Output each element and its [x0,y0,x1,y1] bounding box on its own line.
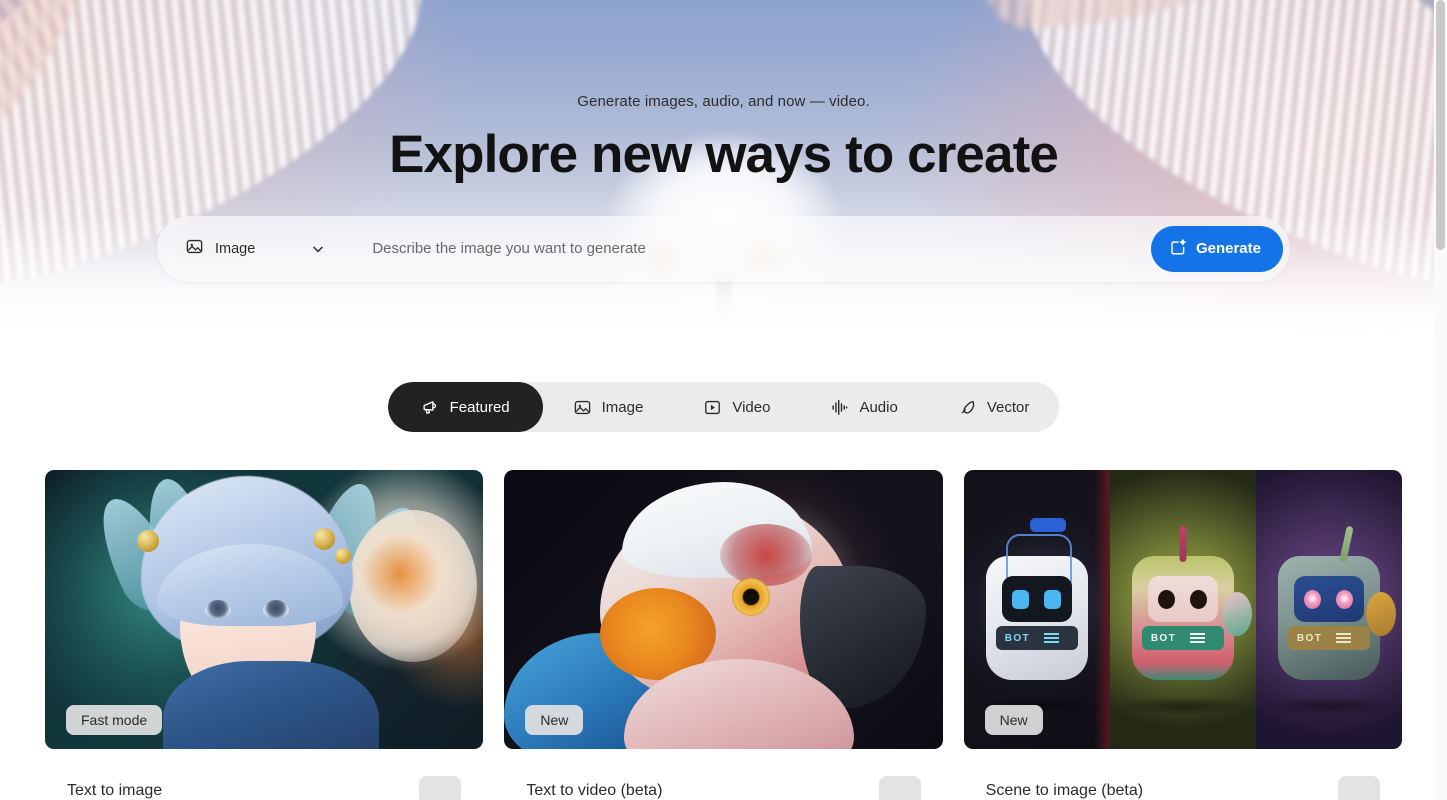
play-square-icon [703,398,722,417]
card-text-to-image[interactable]: Fast mode Text to image [45,470,484,800]
robot-panel-2: BOT [1109,470,1256,749]
tab-audio[interactable]: Audio [800,382,927,432]
anime-flower [349,510,478,662]
scrollbar-thumb[interactable] [1436,0,1445,250]
robot-white: BOT [985,518,1088,680]
card-action-button[interactable] [419,776,462,800]
robot-panel-3: BOT [1255,470,1402,749]
card-text-to-video[interactable]: New Text to video (beta) [504,470,943,800]
robot-eye-left [1303,590,1321,609]
anime-ornament [313,528,335,550]
prompt-bar: Image Generate [157,215,1290,282]
category-tabs: Featured Image Video Audio Vector [387,382,1060,432]
chevron-down-icon [310,241,326,257]
feature-card-grid: Fast mode Text to image New Text to vide… [0,432,1447,800]
robot-label-lines [1336,632,1352,644]
robot-eye-right [1335,590,1353,609]
category-tabs-row: Featured Image Video Audio Vector [0,382,1447,432]
robot-label-text: BOT [1004,632,1031,644]
app-page: Generate images, audio, and now — video.… [0,0,1447,800]
robot-label-text: BOT [1150,632,1177,644]
robot-ear [1365,592,1396,636]
card-action-button[interactable] [878,776,921,800]
robot-eye-right [1043,590,1061,609]
robot-label: BOT [995,626,1078,650]
robot-shadow [1263,697,1394,715]
card-badge: Fast mode [66,705,163,735]
card-footer: Text to video (beta) [504,749,942,800]
tab-image-label: Image [601,398,644,416]
card-action-button[interactable] [1337,776,1380,800]
card-badge: New [525,705,584,735]
robot-blue: BOT [1277,525,1396,680]
robot-ui-tag [1029,518,1066,532]
generate-sparkle-icon [1169,238,1187,260]
tab-audio-label: Audio [859,398,898,416]
robot-label-text: BOT [1296,632,1323,644]
page-title: Explore new ways to create [389,125,1059,184]
card-title: Text to video (beta) [526,782,663,799]
robot-eye-left [1157,590,1175,609]
card-footer: Scene to image (beta) [964,749,1402,800]
generation-type-label: Image [215,240,256,257]
robot-face-screen [1147,576,1218,622]
tab-video-label: Video [732,398,771,416]
card-artwork-anime: Fast mode [45,470,484,749]
anime-eye-left [205,600,231,618]
robot-shadow [1117,697,1248,715]
card-footer: Text to image [45,749,483,800]
image-icon [185,237,204,261]
robot-label: BOT [1287,626,1370,650]
card-title: Text to image [67,782,163,799]
megaphone-icon [421,398,440,417]
robot-eye-right [1189,590,1207,609]
anime-body [163,661,379,749]
tab-featured-label: Featured [449,398,510,416]
card-artwork-robots: BOT BOT BOT New [963,470,1402,749]
card-title: Scene to image (beta) [985,782,1144,799]
generate-button[interactable]: Generate [1150,225,1283,272]
tab-featured[interactable]: Featured [387,382,543,432]
card-badge: New [984,705,1043,735]
generate-button-label: Generate [1195,240,1261,258]
card-artwork-parrot: New [504,470,943,749]
audio-waveform-icon [830,398,849,417]
anime-eye-right [263,600,289,618]
pen-nib-icon [958,398,977,417]
card-scene-to-image[interactable]: BOT BOT BOT New Scene to image (beta) [963,470,1402,800]
robot-antenna [1339,525,1354,563]
robot-face-screen [1001,576,1072,622]
hero-content: Generate images, audio, and now — video.… [0,0,1447,282]
robot-ear [1221,592,1252,636]
prompt-input[interactable] [372,228,1151,269]
anime-ornament [335,548,351,564]
parrot-red-patch [720,524,813,586]
robot-face-screen [1293,576,1364,622]
anime-ornament [137,530,159,552]
hero-section: Generate images, audio, and now — video.… [0,0,1447,362]
robot-antenna [1179,526,1187,562]
tab-vector-label: Vector [986,398,1030,416]
robot-label-lines [1044,632,1060,644]
hero-subtitle: Generate images, audio, and now — video. [577,93,870,110]
robot-eye-left [1011,590,1029,609]
robot-label-lines [1190,632,1206,644]
tab-vector[interactable]: Vector [928,382,1060,432]
robot-label: BOT [1141,626,1224,650]
page-scrollbar[interactable] [1434,0,1447,800]
robot-knitted: BOT [1131,526,1252,680]
tab-video[interactable]: Video [673,382,800,432]
image-icon [573,398,592,417]
tab-image[interactable]: Image [543,382,674,432]
generation-type-select[interactable]: Image [183,227,337,271]
